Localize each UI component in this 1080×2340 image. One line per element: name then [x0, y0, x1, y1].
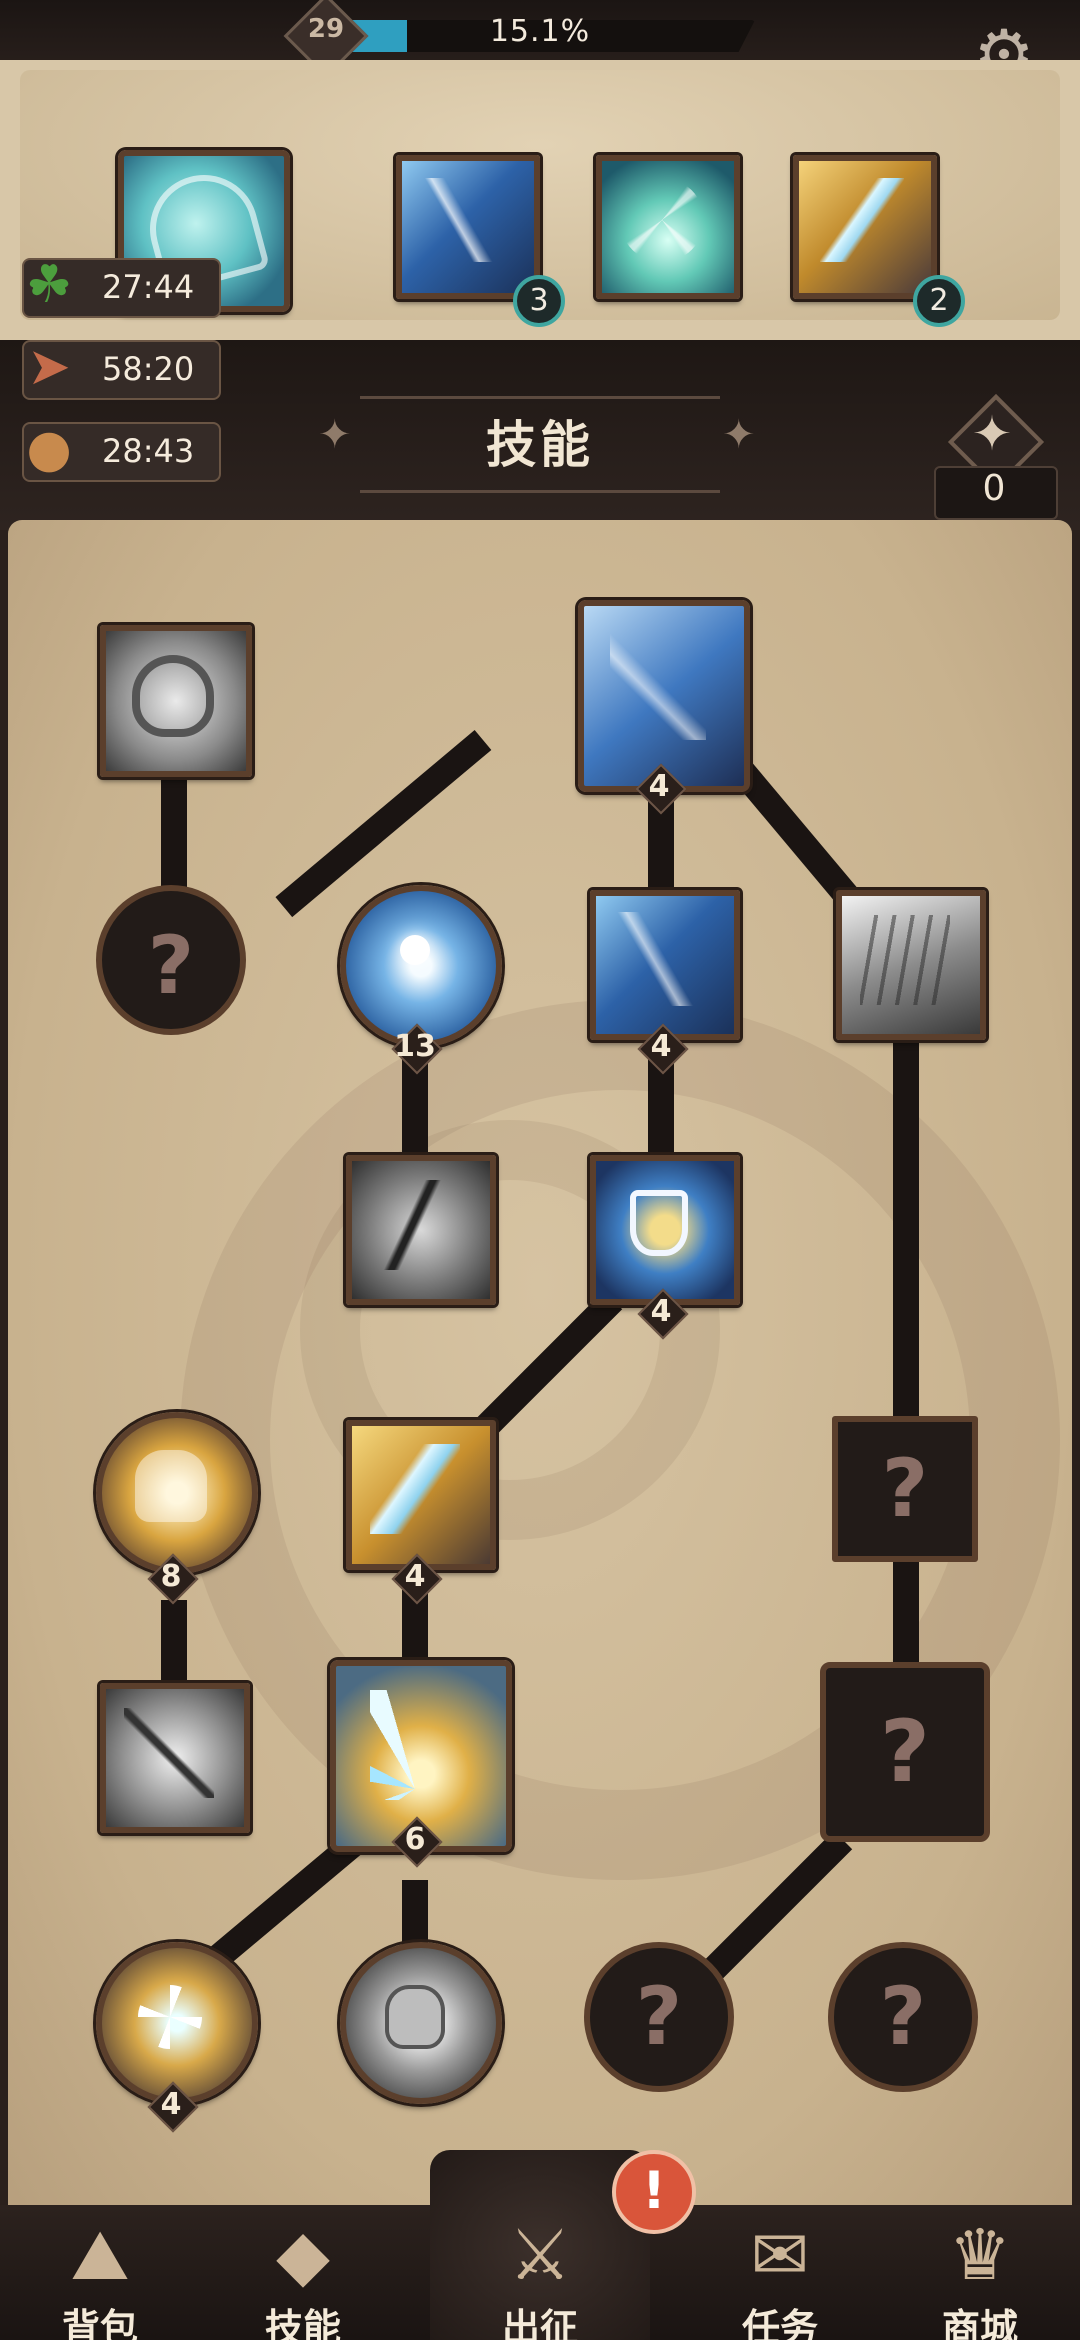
scroll-quest-icon: ✉	[750, 2214, 810, 2296]
skill-level-badge: 8	[147, 1553, 199, 1605]
diamond-star-icon: ✦	[971, 406, 1013, 462]
connector	[161, 1600, 187, 1690]
nav-quests[interactable]: ✉ 任务	[705, 2215, 855, 2340]
crown-shop-icon: ♛	[948, 2214, 1012, 2296]
skill-points-value: 0	[982, 468, 1006, 509]
skill-node-ice-orb[interactable]	[340, 885, 502, 1047]
crystal-cluster-icon	[370, 1690, 460, 1800]
skill-node-locked-4[interactable]: ?	[584, 1942, 734, 2092]
skill-level-badge: 4	[637, 1288, 689, 1340]
skill-level: 8	[160, 1559, 182, 1594]
alert-badge-icon: !	[612, 2150, 696, 2234]
crack-icon	[370, 1180, 460, 1270]
holy-shield-icon	[132, 655, 214, 737]
skill-node-locked-2[interactable]: ?	[832, 1416, 978, 1562]
timer-coins[interactable]: ● 28:43	[22, 419, 221, 482]
golden-crystal-icon	[370, 1444, 460, 1534]
ice-orb-hand-icon	[400, 935, 430, 965]
nav-label: 出征	[501, 2306, 578, 2340]
skill-level-badge: 4	[635, 763, 687, 815]
skill-level: 6	[404, 1822, 426, 1857]
sword-map-icon: ⚔	[508, 2214, 572, 2296]
timer-clover-value: 27:44	[102, 268, 195, 306]
title-rule-bottom	[360, 490, 720, 493]
clover-icon: ☘	[25, 255, 73, 315]
page-title: 技能	[486, 416, 594, 474]
skill-level: 4	[404, 1559, 426, 1594]
timer-speed-value: 58:20	[102, 350, 195, 388]
nav-shop[interactable]: ♛ 商城	[905, 2215, 1055, 2340]
ice-shards-icon	[860, 915, 950, 1005]
skill-level-badge: 13	[391, 1023, 443, 1075]
backpack-icon: ⛰	[70, 2214, 130, 2296]
skill-screen: 15.1% 29 ⚙ 3 2 ☘ 27:44 ➤ 58:20 ● 28:43 ✦…	[0, 0, 1080, 2340]
nav-backpack[interactable]: ⛰ 背包	[25, 2215, 175, 2340]
skill-node-locked-1[interactable]: ?	[96, 885, 246, 1035]
star-burst-icon	[138, 1985, 202, 2049]
blue-ice-slash-icon	[420, 178, 504, 262]
skill-level-badge: 6	[391, 1816, 443, 1868]
nav-label: 技能	[264, 2306, 341, 2340]
ice-crystal-burst-icon	[620, 178, 704, 262]
title-rule-top	[360, 396, 720, 399]
timer-clover[interactable]: ☘ 27:44	[22, 255, 221, 318]
skill-level-badge: 4	[147, 2081, 199, 2133]
skill-level: 4	[650, 1029, 672, 1064]
nav-expedition[interactable]: ⚔ 出征	[465, 2215, 615, 2340]
skill-level: 4	[648, 769, 670, 804]
golden-lightning-spear-icon	[820, 178, 904, 262]
arrow-hand-icon	[124, 1708, 214, 1798]
timer-speed[interactable]: ➤ 58:20	[22, 337, 221, 400]
skill-level: 13	[394, 1029, 436, 1064]
ice-blade-icon	[610, 630, 706, 740]
nav-label: 商城	[941, 2306, 1018, 2340]
timer-coins-value: 28:43	[102, 432, 195, 470]
xp-percent: 15.1%	[489, 14, 591, 49]
level-value: 29	[307, 14, 345, 44]
skill-level: 4	[160, 2087, 182, 2122]
speed-arrows-icon: ➤	[27, 337, 71, 397]
skill-level-badge: 4	[637, 1023, 689, 1075]
skill-level-badge: 4	[391, 1553, 443, 1605]
nav-label: 背包	[61, 2306, 138, 2340]
blue-ice-slash-icon	[612, 912, 706, 1006]
connector	[893, 1020, 919, 1740]
skill-node-locked-5[interactable]: ?	[828, 1942, 978, 2092]
skill-node-locked-3[interactable]: ?	[820, 1662, 990, 1842]
equipped-slot-3-count: 2	[913, 275, 965, 327]
equipped-slot-1-count: 3	[513, 275, 565, 327]
golden-hand-icon	[135, 1450, 207, 1522]
rock-burst-icon	[385, 1985, 445, 2049]
skill-level: 4	[650, 1294, 672, 1329]
nav-skills[interactable]: ◆ 技能	[228, 2215, 378, 2340]
skill-book-icon: ◆	[276, 2214, 330, 2296]
ice-shield-lightning-icon	[630, 1190, 688, 1256]
nav-label: 任务	[741, 2306, 818, 2340]
coin-bags-x2-icon: ●	[26, 419, 72, 479]
